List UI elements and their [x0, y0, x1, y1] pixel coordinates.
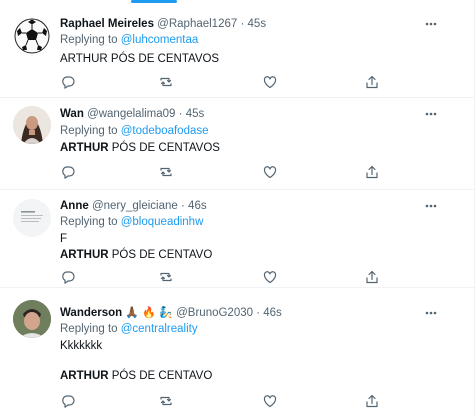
- like-icon[interactable]: [262, 393, 278, 409]
- name-emoji-pray: 🙏🏾: [125, 307, 140, 319]
- tweet-1[interactable]: Raphael Meireles @Raphael1267 · 45s Repl…: [0, 0, 474, 98]
- retweet-icon[interactable]: [158, 74, 174, 90]
- display-name[interactable]: Wan: [60, 108, 84, 120]
- tweet-3[interactable]: Anne @nery_gleiciane · 46s Replying to @…: [0, 189, 474, 288]
- soccer-ball-icon: [14, 18, 50, 54]
- share-icon[interactable]: [364, 269, 380, 285]
- tweet-header: Raphael Meireles @Raphael1267 · 45s: [60, 17, 266, 31]
- tweet-text-bold: ARTHUR: [60, 249, 109, 261]
- avatar[interactable]: [13, 106, 51, 144]
- mention-link[interactable]: @luhcomentaa: [121, 34, 199, 46]
- timestamp[interactable]: 46s: [263, 307, 282, 319]
- more-dots-icon[interactable]: [424, 107, 438, 121]
- replying-to: Replying to @todeboafodase: [60, 124, 209, 138]
- like-icon[interactable]: [262, 269, 278, 285]
- tweet-actions: [60, 393, 380, 409]
- person-photo-icon: [13, 300, 51, 338]
- user-handle[interactable]: @Raphael1267: [157, 18, 237, 30]
- mention-link[interactable]: @bloqueadinhw: [121, 216, 204, 228]
- tweet-text-line-1: F: [60, 233, 68, 245]
- tweet-header: Anne @nery_gleiciane · 46s: [60, 199, 207, 213]
- tweet-4[interactable]: Wanderson 🙏🏾 🔥 🧞 @BrunoG2030 · 46s Reply…: [0, 288, 474, 416]
- tweet-2[interactable]: Wan @wangelalima09 · 45s Replying to @to…: [0, 97, 474, 190]
- replying-to: Replying to @bloqueadinhw: [60, 215, 203, 229]
- tweet-actions: [60, 74, 380, 90]
- tweet-text-bold: ARTHUR: [60, 142, 109, 154]
- like-icon[interactable]: [262, 74, 278, 90]
- reply-icon[interactable]: [60, 164, 76, 180]
- replying-to: Replying to @centralreality: [60, 322, 198, 336]
- avatar[interactable]: [13, 300, 51, 338]
- replying-to-label: Replying to: [60, 34, 121, 46]
- timestamp[interactable]: 45s: [248, 18, 267, 30]
- mention-link[interactable]: @todeboafodase: [121, 125, 209, 137]
- tweet-text-line-2: ARTHUR PÓS DE CENTAVO: [60, 369, 212, 383]
- avatar[interactable]: [13, 17, 51, 55]
- display-name[interactable]: Anne: [60, 200, 89, 212]
- replying-to-label: Replying to: [60, 216, 121, 228]
- name-emoji-genie: 🧞: [159, 307, 173, 319]
- person-photo-icon: [13, 106, 51, 144]
- tweet-actions: [60, 269, 380, 285]
- separator: ·: [256, 307, 261, 319]
- reply-icon[interactable]: [60, 269, 76, 285]
- name-emoji-fire: 🔥: [142, 307, 157, 319]
- replying-to-label: Replying to: [60, 323, 121, 335]
- more-dots-icon[interactable]: [424, 17, 438, 31]
- more-dots-icon[interactable]: [424, 306, 438, 320]
- text-card-icon: [13, 199, 51, 237]
- mention-link[interactable]: @centralreality: [121, 323, 198, 335]
- tweet-text: ARTHUR PÓS DE CENTAVOS: [60, 53, 220, 65]
- reply-thread: Raphael Meireles @Raphael1267 · 45s Repl…: [0, 0, 475, 416]
- retweet-icon[interactable]: [158, 164, 174, 180]
- tweet-header: Wanderson 🙏🏾 🔥 🧞 @BrunoG2030 · 46s: [60, 306, 282, 320]
- reply-icon[interactable]: [60, 74, 76, 90]
- share-icon[interactable]: [364, 393, 380, 409]
- tweet-text-rest: PÓS DE CENTAVO: [108, 249, 213, 261]
- user-handle[interactable]: @wangelalima09: [87, 108, 175, 120]
- separator: ·: [181, 200, 185, 212]
- tweet-text-line-2: ARTHUR PÓS DE CENTAVO: [60, 248, 212, 262]
- share-icon[interactable]: [364, 164, 380, 180]
- share-icon[interactable]: [364, 74, 380, 90]
- reply-icon[interactable]: [60, 393, 76, 409]
- retweet-icon[interactable]: [158, 393, 174, 409]
- retweet-icon[interactable]: [158, 269, 174, 285]
- replying-to: Replying to @luhcomentaa: [60, 33, 198, 47]
- display-name[interactable]: Raphael Meireles: [60, 18, 154, 30]
- more-dots-icon[interactable]: [424, 199, 438, 213]
- tweet-text-rest: PÓS DE CENTAVO: [108, 370, 213, 382]
- timestamp[interactable]: 46s: [188, 200, 207, 212]
- display-name[interactable]: Wanderson: [60, 307, 122, 319]
- timestamp[interactable]: 45s: [186, 108, 205, 120]
- separator: ·: [240, 18, 245, 30]
- user-handle[interactable]: @nery_gleiciane: [92, 200, 178, 212]
- tweet-text-rest: PÓS DE CENTAVOS: [108, 142, 220, 154]
- tweet-actions: [60, 164, 380, 180]
- tweet-text-bold: ARTHUR: [60, 370, 109, 382]
- like-icon[interactable]: [262, 164, 278, 180]
- replying-to-label: Replying to: [60, 125, 121, 137]
- tweet-text: ARTHUR PÓS DE CENTAVOS: [60, 141, 220, 155]
- user-handle[interactable]: @BrunoG2030: [176, 307, 253, 319]
- tweet-header: Wan @wangelalima09 · 45s: [60, 107, 204, 121]
- tweet-text-line-1: Kkkkkkk: [60, 340, 103, 352]
- separator: ·: [178, 108, 183, 120]
- avatar[interactable]: [13, 199, 51, 237]
